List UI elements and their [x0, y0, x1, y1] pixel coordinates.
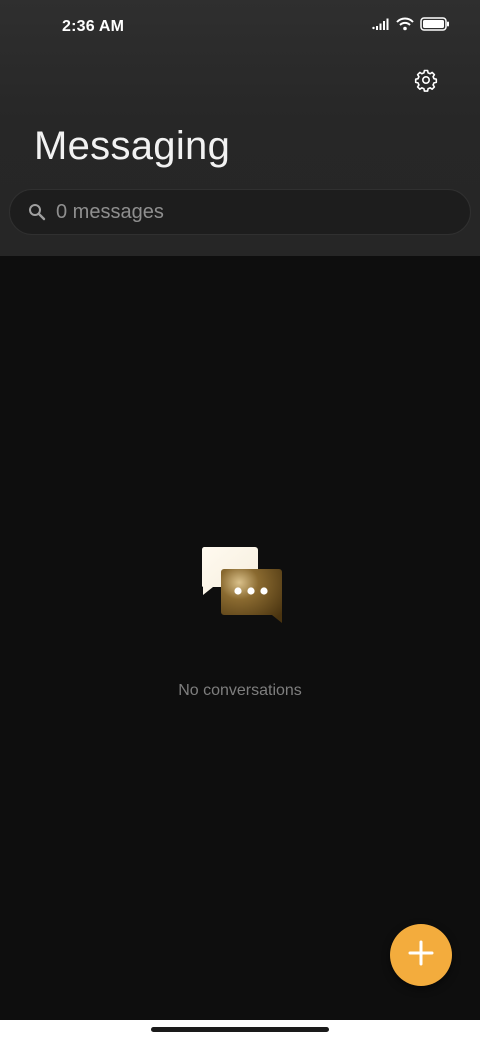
- status-time: 2:36 AM: [62, 18, 125, 35]
- settings-button[interactable]: [406, 62, 446, 102]
- plus-icon: [407, 939, 435, 972]
- home-indicator[interactable]: [151, 1027, 329, 1032]
- empty-state: No conversations: [0, 540, 480, 700]
- search-input[interactable]: [56, 200, 470, 224]
- search-bar[interactable]: [9, 189, 471, 235]
- wifi-icon: [396, 17, 414, 31]
- status-bar: 2:36 AM: [0, 0, 480, 56]
- page-title: Messaging: [34, 124, 231, 168]
- app-header: 2:36 AM Messaging 0 messages: [0, 0, 480, 256]
- bottom-system-bar: [0, 1020, 480, 1040]
- battery-icon: [420, 17, 450, 31]
- signal-icon: [372, 18, 390, 30]
- new-conversation-button[interactable]: [390, 924, 452, 986]
- messaging-screen: 2:36 AM Messaging 0 messages No conversa…: [0, 0, 480, 1040]
- status-icons: [372, 17, 450, 31]
- chat-bubbles-icon: [195, 540, 285, 630]
- empty-state-message: No conversations: [178, 682, 302, 699]
- search-icon: [28, 203, 46, 221]
- gear-icon: [414, 68, 438, 97]
